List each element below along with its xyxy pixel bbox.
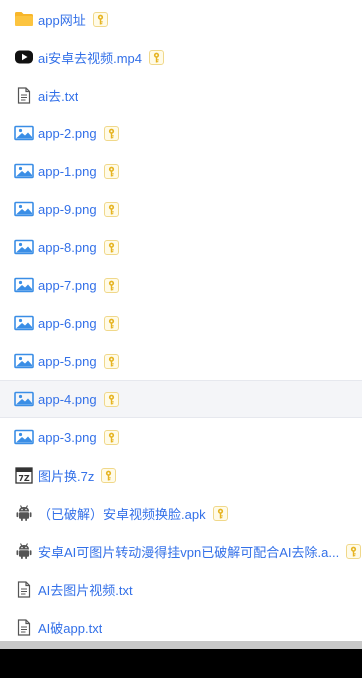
horizontal-scrollbar[interactable] bbox=[0, 641, 362, 649]
android-icon bbox=[14, 542, 34, 560]
key-icon[interactable] bbox=[101, 467, 117, 483]
image-icon bbox=[14, 162, 34, 180]
image-icon bbox=[14, 238, 34, 256]
text-file-icon bbox=[14, 580, 34, 598]
file-row[interactable]: AI去图片视频.txt bbox=[0, 570, 362, 608]
svg-text:7Z: 7Z bbox=[18, 474, 30, 483]
file-row[interactable]: app-6.png bbox=[0, 304, 362, 342]
key-icon[interactable] bbox=[103, 315, 119, 331]
file-row[interactable]: app-5.png bbox=[0, 342, 362, 380]
file-name-link[interactable]: （已破解）安卓视频换脸.apk bbox=[38, 504, 206, 523]
file-name-link[interactable]: AI去图片视频.txt bbox=[38, 580, 133, 599]
file-row[interactable]: 7Z 图片换.7z bbox=[0, 456, 362, 494]
text-file-icon bbox=[14, 86, 34, 104]
image-icon bbox=[14, 314, 34, 332]
file-name-link[interactable]: app-7.png bbox=[38, 278, 97, 293]
file-name-link[interactable]: app-2.png bbox=[38, 126, 97, 141]
key-icon[interactable] bbox=[103, 163, 119, 179]
file-list: app网址 ai安卓去视频.mp4 ai去.txt app-2.png app-1.pn… bbox=[0, 0, 362, 646]
key-icon[interactable] bbox=[103, 353, 119, 369]
image-icon bbox=[14, 276, 34, 294]
file-row[interactable]: ai去.txt bbox=[0, 76, 362, 114]
file-row[interactable]: app-1.png bbox=[0, 152, 362, 190]
archive-icon: 7Z bbox=[14, 466, 34, 484]
file-name-link[interactable]: app-9.png bbox=[38, 202, 97, 217]
file-row[interactable]: 安卓AI可图片转动漫得挂vpn已破解可配合AI去除.a... bbox=[0, 532, 362, 570]
file-name-link[interactable]: app-8.png bbox=[38, 240, 97, 255]
file-name-link[interactable]: 图片换.7z bbox=[38, 466, 94, 485]
key-icon[interactable] bbox=[103, 239, 119, 255]
file-row[interactable]: app-4.png bbox=[0, 380, 362, 418]
image-icon bbox=[14, 200, 34, 218]
image-icon bbox=[14, 124, 34, 142]
key-icon[interactable] bbox=[103, 125, 119, 141]
file-row[interactable]: app-8.png bbox=[0, 228, 362, 266]
file-name-link[interactable]: app-4.png bbox=[38, 392, 97, 407]
file-name-link[interactable]: app-6.png bbox=[38, 316, 97, 331]
key-icon[interactable] bbox=[346, 543, 362, 559]
file-name-link[interactable]: ai安卓去视频.mp4 bbox=[38, 48, 142, 67]
key-icon[interactable] bbox=[103, 429, 119, 445]
file-name-link[interactable]: ai去.txt bbox=[38, 86, 78, 105]
image-icon bbox=[14, 352, 34, 370]
file-row[interactable]: app-3.png bbox=[0, 418, 362, 456]
image-icon bbox=[14, 428, 34, 446]
key-icon[interactable] bbox=[103, 277, 119, 293]
file-row[interactable]: app-2.png bbox=[0, 114, 362, 152]
file-row[interactable]: app网址 bbox=[0, 0, 362, 38]
file-name-link[interactable]: app-1.png bbox=[38, 164, 97, 179]
file-name-link[interactable]: app-3.png bbox=[38, 430, 97, 445]
key-icon[interactable] bbox=[212, 505, 228, 521]
file-name-link[interactable]: 安卓AI可图片转动漫得挂vpn已破解可配合AI去除.a... bbox=[38, 542, 339, 561]
file-name-link[interactable]: AI破app.txt bbox=[38, 618, 102, 637]
folder-icon bbox=[14, 10, 34, 28]
file-name-link[interactable]: app网址 bbox=[38, 10, 86, 29]
file-row[interactable]: app-7.png bbox=[0, 266, 362, 304]
file-row[interactable]: （已破解）安卓视频换脸.apk bbox=[0, 494, 362, 532]
file-name-link[interactable]: app-5.png bbox=[38, 354, 97, 369]
key-icon[interactable] bbox=[103, 201, 119, 217]
key-icon[interactable] bbox=[103, 391, 119, 407]
image-icon bbox=[14, 390, 34, 408]
video-icon bbox=[14, 48, 34, 66]
android-icon bbox=[14, 504, 34, 522]
key-icon[interactable] bbox=[149, 49, 165, 65]
bottom-bar bbox=[0, 649, 362, 678]
key-icon[interactable] bbox=[92, 11, 108, 27]
file-row[interactable]: app-9.png bbox=[0, 190, 362, 228]
file-row[interactable]: ai安卓去视频.mp4 bbox=[0, 38, 362, 76]
text-file-icon bbox=[14, 618, 34, 636]
